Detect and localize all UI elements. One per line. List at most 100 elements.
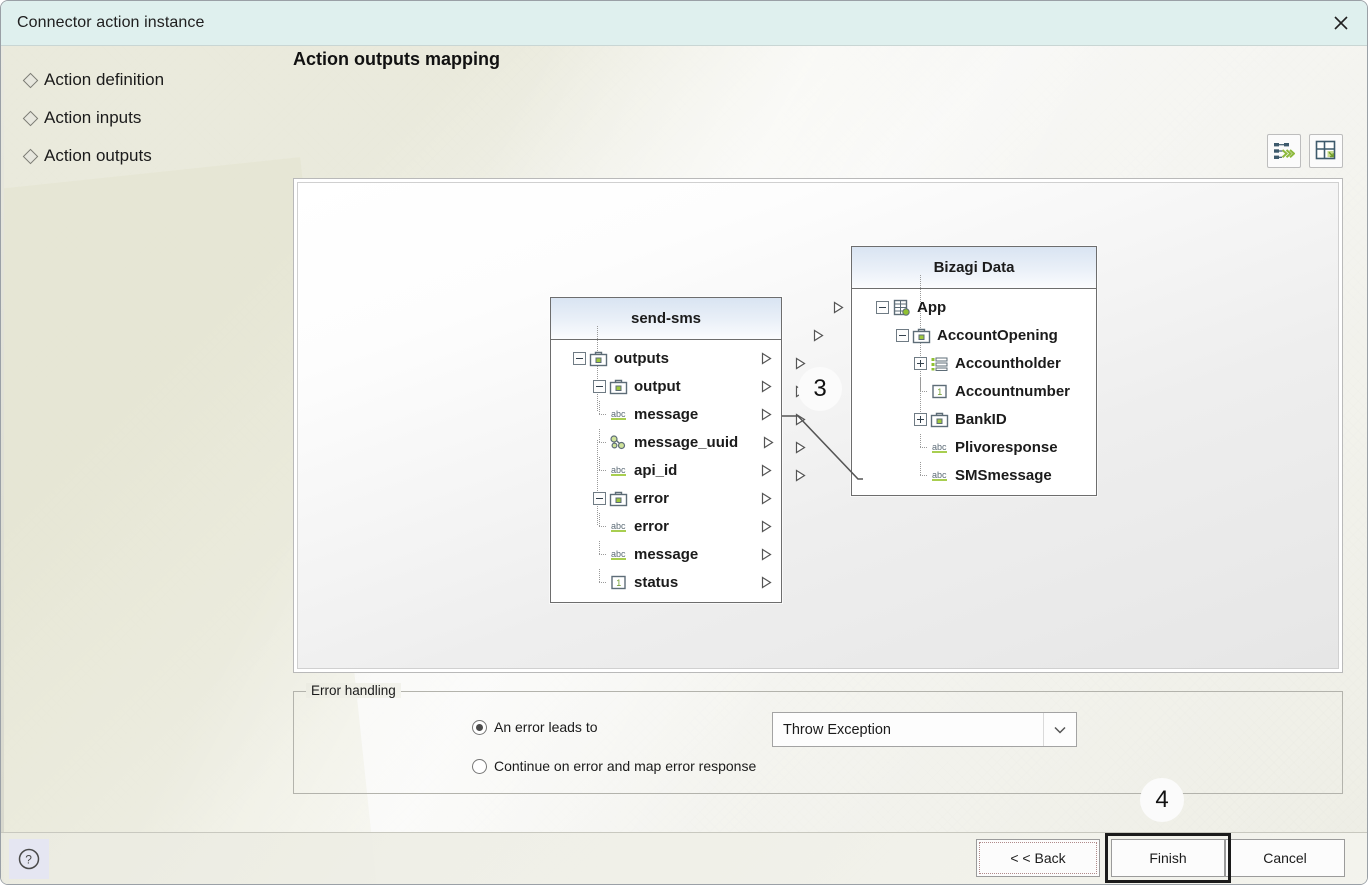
tree-row[interactable]: abc api_id: [551, 456, 781, 484]
diamond-icon: [22, 72, 39, 88]
tree-row[interactable]: output: [551, 372, 781, 400]
tree-row[interactable]: abc error: [551, 512, 781, 540]
radio-icon-selected[interactable]: [472, 719, 487, 735]
source-port[interactable]: [760, 576, 773, 589]
number-icon: 1: [609, 574, 628, 591]
tree-row[interactable]: abc Plivoresponse: [795, 433, 1096, 461]
briefcase-icon: [912, 327, 931, 344]
tree-row-label: SMSmessage: [955, 466, 1052, 484]
tree-row-label: output: [634, 377, 681, 395]
tree-row-label: outputs: [614, 349, 669, 367]
svg-text:?: ?: [25, 853, 32, 867]
source-port[interactable]: [760, 380, 773, 393]
diamond-icon: [22, 148, 39, 164]
tree-row-label: message: [634, 405, 699, 423]
source-node[interactable]: send-sms outputs output abc message mess…: [550, 297, 782, 603]
svg-text:1: 1: [937, 387, 942, 397]
tree-row[interactable]: AccountOpening: [813, 321, 1096, 349]
source-node-title: send-sms: [551, 298, 781, 340]
sidebar-item-action-definition[interactable]: Action definition: [22, 61, 275, 99]
tree-row[interactable]: Accountholder: [795, 349, 1096, 377]
dialog-footer: ? < < Back Finish Cancel: [1, 832, 1367, 884]
tree-row-label: status: [634, 573, 679, 591]
source-port[interactable]: [760, 520, 773, 533]
radio-an-error-leads-to[interactable]: An error leads to: [472, 719, 598, 735]
tree-connector: [593, 428, 606, 449]
target-node-title: Bizagi Data: [852, 247, 1096, 289]
cancel-button[interactable]: Cancel: [1225, 839, 1345, 877]
tree-row-label: Plivoresponse: [955, 438, 1058, 456]
abc-icon: abc: [930, 467, 949, 484]
tree-row[interactable]: 1 status: [551, 568, 781, 596]
page-title: Action outputs mapping: [293, 49, 500, 69]
error-action-dropdown[interactable]: Throw Exception: [772, 712, 1077, 747]
target-port[interactable]: [794, 469, 807, 482]
collapse-expander-icon[interactable]: [593, 491, 606, 505]
tree-connector: [593, 456, 606, 477]
abc-icon: abc: [609, 462, 628, 479]
tree-row[interactable]: abc SMSmessage: [795, 461, 1096, 489]
source-port[interactable]: [760, 408, 773, 421]
target-port[interactable]: [812, 329, 825, 342]
source-port[interactable]: [762, 436, 775, 449]
step-label: Action definition: [44, 70, 165, 89]
sidebar-item-action-inputs[interactable]: Action inputs: [22, 99, 275, 137]
back-button[interactable]: < < Back: [976, 839, 1100, 877]
source-port[interactable]: [760, 464, 773, 477]
radio-continue-on-error[interactable]: Continue on error and map error response: [472, 758, 756, 774]
error-handling-legend: Error handling: [306, 683, 401, 698]
tree-row[interactable]: BankID: [795, 405, 1096, 433]
content-pane: Action outputs mapping: [293, 46, 1353, 70]
tree-connector: [593, 400, 606, 421]
step-badge-3: 3: [798, 367, 842, 411]
close-icon: [1334, 16, 1348, 30]
tree-connector: [593, 512, 606, 533]
layout-button[interactable]: [1309, 133, 1343, 168]
tree-row[interactable]: App: [833, 293, 1096, 321]
step-label: Action inputs: [44, 108, 142, 127]
tree-row[interactable]: message_uuid: [551, 428, 781, 456]
collapse-expander-icon[interactable]: [896, 328, 909, 342]
target-port[interactable]: [794, 441, 807, 454]
collapse-expander-icon[interactable]: [876, 300, 889, 314]
tree-row-label: Accountholder: [955, 354, 1061, 372]
mapping-canvas[interactable]: send-sms outputs output abc message mess…: [297, 182, 1339, 669]
dropdown-value: Throw Exception: [783, 721, 891, 738]
target-port[interactable]: [832, 301, 845, 314]
abc-icon: abc: [609, 546, 628, 563]
tree-connector: [593, 568, 606, 589]
target-port[interactable]: [794, 357, 807, 370]
source-port[interactable]: [760, 548, 773, 561]
tree-row[interactable]: abc message: [551, 400, 781, 428]
guid-icon: [609, 434, 628, 451]
tree-row[interactable]: abc message: [551, 540, 781, 568]
tree-connector: [593, 540, 606, 561]
abc-icon: abc: [609, 518, 628, 535]
tree-row-label: message_uuid: [634, 433, 739, 451]
expand-expander-icon[interactable]: [914, 356, 927, 370]
tree-row[interactable]: outputs: [551, 344, 781, 372]
sidebar-item-action-outputs[interactable]: Action outputs: [22, 137, 275, 175]
close-button[interactable]: [1313, 1, 1367, 45]
window-title: Connector action instance: [17, 14, 205, 31]
abc-icon: abc: [930, 439, 949, 456]
briefcase-icon: [609, 378, 628, 395]
finish-button[interactable]: Finish: [1111, 839, 1225, 877]
step-badge-4: 4: [1140, 778, 1184, 822]
auto-map-button[interactable]: [1267, 133, 1301, 168]
chevron-down-icon[interactable]: [1043, 713, 1076, 746]
collapse-expander-icon[interactable]: [573, 351, 586, 365]
tree-row-label: api_id: [634, 461, 678, 479]
expand-expander-icon[interactable]: [914, 412, 927, 426]
tree-row-label: error: [634, 489, 670, 507]
tree-row[interactable]: error: [551, 484, 781, 512]
target-node[interactable]: Bizagi Data App AccountOpening Accountho…: [795, 246, 1097, 496]
source-port[interactable]: [760, 492, 773, 505]
radio-icon-unselected[interactable]: [472, 758, 487, 774]
tree-row[interactable]: 1 Accountnumber: [795, 377, 1096, 405]
help-button[interactable]: ?: [9, 839, 49, 879]
collapse-expander-icon[interactable]: [593, 379, 606, 393]
svg-text:abc: abc: [611, 549, 626, 559]
source-port[interactable]: [760, 352, 773, 365]
target-port[interactable]: [794, 413, 807, 426]
